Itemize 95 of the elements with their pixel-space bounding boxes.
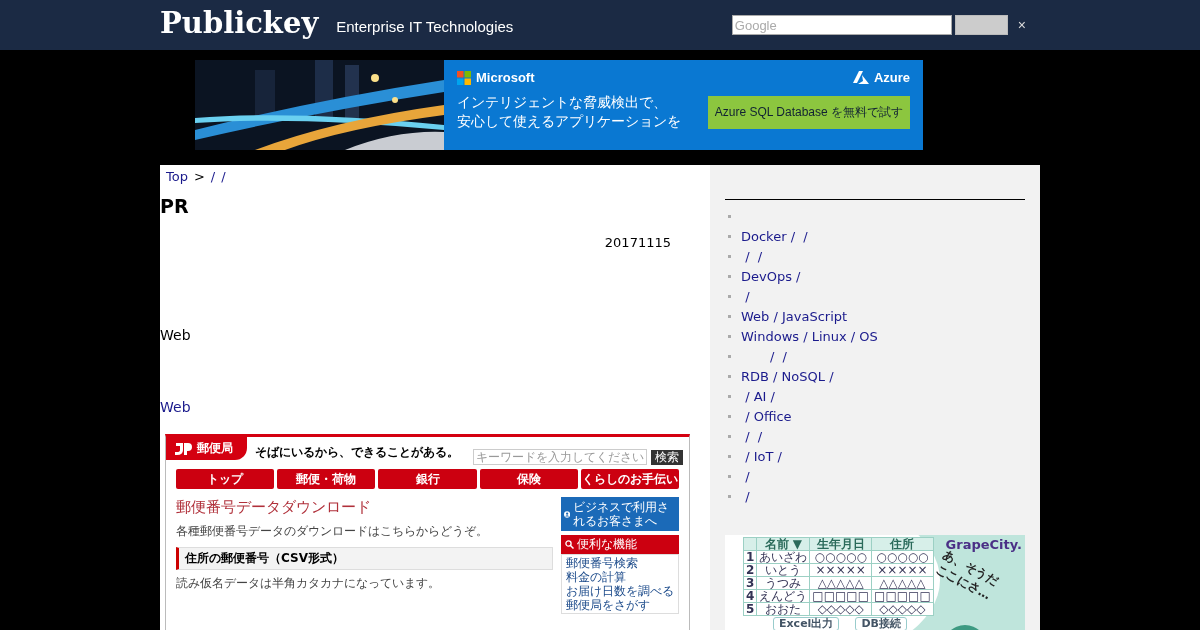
category-link[interactable]: / Office: [741, 408, 792, 424]
table-cell: ◇◇◇◇◇: [871, 602, 934, 616]
bullet-icon: [728, 474, 731, 478]
bullet-icon: [728, 494, 731, 498]
category-link[interactable]: /: [741, 288, 750, 304]
bullet-icon: [728, 354, 731, 358]
bullet-icon: [728, 334, 731, 338]
tool-link[interactable]: お届け日数を調べる: [566, 584, 674, 598]
table-cell: 4: [743, 589, 757, 603]
table-cell: ○○○○○: [871, 550, 934, 564]
microsoft-logo-icon: [457, 70, 471, 85]
breadcrumb-link[interactable]: Top: [166, 165, 188, 189]
bullet-icon: [728, 274, 731, 278]
close-button[interactable]: ×: [1017, 17, 1026, 33]
site-logo[interactable]: Publickey: [160, 6, 319, 40]
category-link[interactable]: RDB / NoSQL /: [741, 368, 834, 384]
bullet-icon: [728, 374, 731, 378]
table-cell: ◇◇◇◇◇: [809, 602, 872, 616]
search-button[interactable]: 検索: [651, 449, 683, 465]
nav-tab[interactable]: くらしのお手伝い: [580, 469, 679, 489]
page-title: 郵便番号データダウンロード: [176, 498, 372, 517]
site-tagline: Enterprise IT Technologies: [336, 18, 514, 35]
breadcrumb-link[interactable]: /: [210, 165, 216, 189]
note-text: 読み仮名データは半角カタカナになっています。: [176, 575, 441, 592]
nav-tab[interactable]: 郵便・荷物: [277, 469, 376, 489]
category-link[interactable]: DevOps /: [741, 268, 801, 284]
nav-tab[interactable]: トップ: [176, 469, 275, 489]
table-cell: □□□□□: [809, 589, 872, 603]
table-cell: あいざわ: [756, 550, 810, 564]
category-link[interactable]: / AI /: [741, 388, 775, 404]
azure-logo-icon: [852, 71, 869, 84]
table-cell: 1: [743, 550, 757, 564]
brand-name: Microsoft: [476, 70, 535, 85]
table-cell: △△△△△: [871, 576, 934, 590]
site-name: 郵便局: [197, 440, 233, 457]
table-cell: 5: [743, 602, 757, 616]
table-cell: △△△△△: [809, 576, 872, 590]
table-cell: 3: [743, 576, 757, 590]
table-cell: ×××××: [871, 563, 934, 577]
bullet-icon: [728, 394, 731, 398]
ad-button[interactable]: Excel出力: [773, 617, 840, 630]
category-link[interactable]: Docker / /: [741, 228, 808, 244]
bullet-icon: [728, 314, 731, 318]
search-button[interactable]: [954, 15, 1008, 35]
article-link[interactable]: Web: [160, 397, 191, 417]
category-link[interactable]: Windows / Linux / OS: [741, 328, 878, 344]
nav-tab[interactable]: 銀行: [378, 469, 477, 489]
intro-text: 各種郵便番号データのダウンロードはこちらからどうぞ。: [176, 523, 489, 540]
ad-headline: インテリジェントな脅威検出で、 安心して使えるアプリケーションを: [457, 93, 681, 131]
table-cell: えんどう: [756, 589, 810, 603]
bullet-icon: [728, 434, 731, 438]
tool-link[interactable]: 郵便番号検索: [566, 556, 674, 570]
breadcrumb-link[interactable]: /: [221, 165, 226, 189]
bullet-icon: [728, 454, 731, 458]
site-tagline: そばにいるから、できることがある。: [255, 444, 459, 461]
category-link[interactable]: /: [741, 488, 750, 504]
section-heading: 住所の郵便番号（CSV形式）: [176, 547, 553, 570]
column-header: 生年月日: [809, 537, 872, 551]
column-header: 住所: [871, 537, 934, 551]
person-icon: [564, 508, 571, 520]
article-text: Web: [160, 326, 191, 345]
category-link[interactable]: / /: [741, 348, 787, 364]
breadcrumb-separator: >: [193, 168, 205, 186]
cta-button[interactable]: Azure SQL Database を無料で試す: [707, 95, 910, 129]
column-header: 名前 ▼: [756, 537, 810, 551]
table-cell: ○○○○○: [809, 550, 872, 564]
category-link[interactable]: /: [741, 468, 750, 484]
bullet-icon: [728, 294, 731, 298]
search-field[interactable]: Google: [731, 15, 952, 35]
category-link[interactable]: / IoT /: [741, 448, 782, 464]
tools-heading: 便利な機能: [577, 536, 637, 553]
table-cell: うつみ: [756, 576, 810, 590]
bullet-icon: [728, 414, 731, 418]
grapecity-logo: GrapeCity.: [945, 537, 1022, 552]
category-link[interactable]: / /: [741, 248, 763, 264]
tool-link[interactable]: 料金の計算: [566, 570, 674, 584]
table-cell: ×××××: [809, 563, 872, 577]
article-date: 20171115: [603, 234, 672, 252]
bullet-icon: [728, 234, 731, 238]
nav-tab[interactable]: 保険: [479, 469, 578, 489]
category-link[interactable]: / /: [741, 428, 763, 444]
business-button[interactable]: ビジネスで利用されるお客さまへ: [561, 497, 679, 531]
table-cell: □□□□□: [871, 589, 934, 603]
search-icon: [565, 540, 574, 549]
post-logo-icon: [174, 441, 192, 456]
table-cell: いとう: [756, 563, 810, 577]
product-name: Azure: [873, 70, 910, 85]
bullet-icon: [728, 214, 731, 218]
table-cell: おおた: [756, 602, 810, 616]
category-link[interactable]: Web / JavaScript: [741, 308, 848, 324]
table-cell: 2: [743, 563, 757, 577]
ad-button[interactable]: DB接続: [855, 617, 907, 630]
bullet-icon: [728, 254, 731, 258]
tool-link[interactable]: 郵便局をさがす: [566, 598, 674, 612]
article-title: PR: [160, 194, 190, 219]
